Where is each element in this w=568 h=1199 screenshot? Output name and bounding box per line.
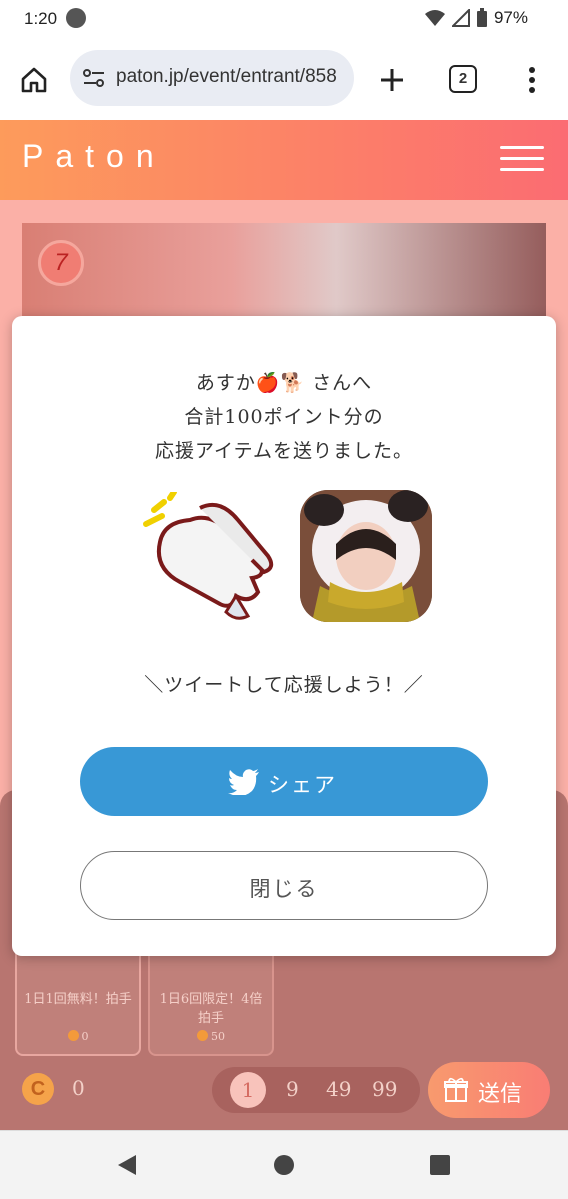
coin-icon [67, 1030, 79, 1041]
item-cost: 50 [150, 1030, 272, 1043]
support-sent-modal: あすか🍎🐕 さんへ 合計100ポイント分の 応援アイテムを送りました。 ＼ツイー… [12, 316, 556, 956]
clapping-hands-icon [143, 492, 274, 620]
entrant-avatar-image [300, 490, 432, 622]
item-label: 1日1回無料！拍手 [24, 992, 132, 1007]
recents-icon[interactable] [429, 1154, 451, 1176]
coin-balance: 0 [72, 1076, 85, 1100]
quantity-option-1[interactable]: 1 [230, 1072, 266, 1108]
status-time: 1:20 [24, 9, 58, 28]
rank-badge: 7 [38, 240, 84, 286]
item-cost: 0 [17, 1030, 139, 1043]
coin-balance-icon: C [22, 1073, 54, 1105]
battery-icon [476, 8, 487, 27]
status-icons: 97% [424, 8, 528, 28]
gift-icon [444, 1077, 468, 1102]
back-icon[interactable] [116, 1153, 138, 1177]
close-button[interactable]: 閉じる [80, 851, 488, 920]
close-label: 閉じる [249, 877, 319, 901]
new-tab-icon[interactable] [378, 66, 406, 94]
tweet-prompt: ＼ツイートして応援しよう！／ [144, 674, 424, 696]
modal-recipient: あすか🍎🐕 さんへ [195, 372, 373, 394]
quantity-option-9[interactable]: 9 [286, 1077, 299, 1101]
send-label: 送信 [478, 1082, 523, 1107]
entrant-photo [22, 223, 546, 323]
address-bar[interactable]: paton.jp/event/entrant/858 [70, 50, 354, 106]
browser-toolbar: paton.jp/event/entrant/858 2 [0, 40, 568, 120]
item-label: 1日6回限定！4倍拍手 [159, 992, 263, 1026]
site-settings-icon[interactable] [82, 68, 106, 88]
tab-count: 2 [458, 70, 468, 87]
battery-level: 97% [493, 8, 528, 27]
home-icon[interactable] [20, 66, 48, 94]
home-nav-icon[interactable] [273, 1154, 295, 1176]
entrant-avatar [300, 490, 432, 622]
share-twitter-button[interactable]: シェア [80, 747, 488, 816]
quantity-option-49[interactable]: 49 [326, 1077, 351, 1101]
system-nav-bar [0, 1130, 568, 1199]
site-logo[interactable]: Paton [22, 138, 166, 175]
status-bar: 1:20 97% [0, 0, 568, 40]
share-label: シェア [268, 773, 337, 797]
twitter-icon [228, 769, 259, 795]
menu-icon[interactable] [500, 146, 544, 172]
more-icon[interactable] [526, 66, 538, 94]
notification-icon [66, 8, 86, 28]
coin-icon [197, 1030, 208, 1041]
signal-icon [451, 9, 470, 27]
tabs-icon[interactable]: 2 [449, 65, 477, 93]
send-button[interactable]: 送信 [428, 1062, 550, 1118]
site-header: Paton [0, 120, 568, 200]
modal-sent-message: 応援アイテムを送りました。 [154, 440, 414, 462]
quantity-selector: 1 9 49 99 [212, 1067, 420, 1113]
quantity-option-99[interactable]: 99 [372, 1077, 397, 1101]
wifi-icon [424, 10, 445, 26]
modal-points: 合計100ポイント分の [184, 406, 384, 428]
url-text: paton.jp/event/entrant/858 [116, 66, 337, 87]
